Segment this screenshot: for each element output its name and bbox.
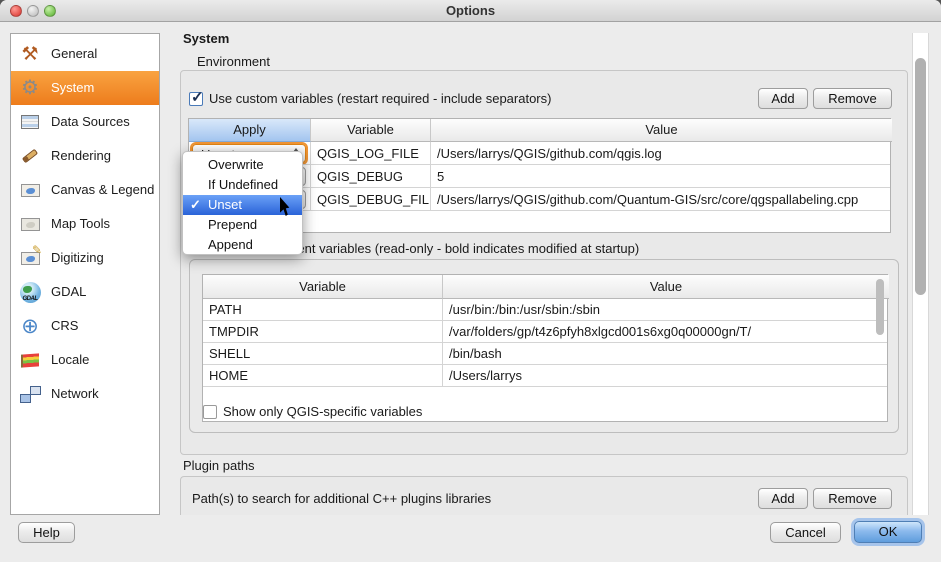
sidebar-item-general[interactable]: General	[11, 37, 159, 71]
sidebar-item-label: System	[51, 80, 94, 95]
sidebar-item-network[interactable]: Network	[11, 377, 159, 411]
add-path-button[interactable]: Add	[758, 488, 808, 509]
gear-wrench-icon	[18, 76, 42, 100]
sidebar-item-label: Locale	[51, 352, 89, 367]
tools-icon	[18, 42, 42, 66]
variable-cell: PATH	[203, 299, 443, 320]
sidebar-item-map-tools[interactable]: Map Tools	[11, 207, 159, 241]
sidebar-item-system[interactable]: System	[11, 71, 159, 105]
column-header-variable[interactable]: Variable	[311, 119, 431, 142]
menu-item-label: If Undefined	[208, 175, 278, 195]
sidebar-item-label: Rendering	[51, 148, 111, 163]
menu-item-label: Append	[208, 235, 253, 255]
table-icon	[18, 110, 42, 134]
main-scrollbar-thumb[interactable]	[915, 58, 926, 295]
gdal-globe-icon	[18, 280, 42, 304]
sidebar-item-label: Data Sources	[51, 114, 130, 129]
sidebar-item-locale[interactable]: Locale	[11, 343, 159, 377]
table-scrollbar-thumb[interactable]	[876, 279, 884, 335]
map-icon	[18, 178, 42, 202]
sidebar-item-label: Digitizing	[51, 250, 104, 265]
computers-network-icon	[18, 382, 42, 406]
sidebar-item-label: CRS	[51, 318, 78, 333]
use-custom-variables-checkbox[interactable]	[189, 92, 203, 106]
sidebar-item-label: Network	[51, 386, 99, 401]
value-cell[interactable]: 5	[431, 165, 892, 187]
window-title: Options	[0, 3, 941, 18]
sidebar-item-label: GDAL	[51, 284, 86, 299]
table-row: PATH /usr/bin:/bin:/usr/sbin:/sbin	[203, 299, 887, 321]
sidebar-item-crs[interactable]: CRS	[11, 309, 159, 343]
ok-button[interactable]: OK	[854, 521, 922, 543]
sidebar-item-rendering[interactable]: Rendering	[11, 139, 159, 173]
value-cell[interactable]: /Users/larrys/QGIS/github.com/Quantum-GI…	[431, 188, 892, 210]
variable-cell: TMPDIR	[203, 321, 443, 342]
help-button[interactable]: Help	[18, 522, 75, 543]
check-icon: ✓	[190, 195, 206, 215]
page-title: System	[183, 31, 229, 46]
add-variable-button[interactable]: Add	[758, 88, 808, 109]
paintbrush-icon	[18, 144, 42, 168]
plugin-paths-group: Path(s) to search for additional C++ plu…	[180, 476, 908, 515]
sidebar-item-data-sources[interactable]: Data Sources	[11, 105, 159, 139]
show-only-qgis-checkbox[interactable]	[203, 405, 217, 419]
table-row: HOME /Users/larrys	[203, 365, 887, 387]
column-header-variable: Variable	[203, 275, 443, 299]
menu-item-if-undefined[interactable]: If Undefined	[183, 175, 302, 195]
options-dialog: Options General System Data Sources Rend…	[0, 0, 941, 562]
variable-cell[interactable]: QGIS_DEBUG	[311, 165, 431, 187]
menu-item-overwrite[interactable]: Overwrite	[183, 155, 302, 175]
map-cursor-icon	[18, 212, 42, 236]
sidebar-item-label: Map Tools	[51, 216, 110, 231]
value-cell: /var/folders/gp/t4z6pfyh8xlgcd001s6xg0q0…	[443, 321, 889, 342]
value-cell: /usr/bin:/bin:/usr/sbin:/sbin	[443, 299, 889, 320]
env-variables-table: Variable Value PATH /usr/bin:/bin:/usr/s…	[202, 274, 888, 422]
column-header-value: Value	[443, 275, 889, 299]
menu-item-label: Overwrite	[208, 155, 264, 175]
menu-item-label: Prepend	[208, 215, 257, 235]
main-scrollbar-track[interactable]	[912, 33, 929, 515]
map-pencil-icon: ✎	[18, 246, 42, 270]
value-cell: /Users/larrys	[443, 365, 889, 386]
value-cell[interactable]: /Users/larrys/QGIS/github.com/qgis.log	[431, 142, 892, 164]
column-header-apply[interactable]: Apply	[189, 119, 311, 142]
variable-cell: SHELL	[203, 343, 443, 364]
plugin-paths-label: Plugin paths	[183, 458, 255, 473]
cancel-button[interactable]: Cancel	[770, 522, 841, 543]
flag-icon	[18, 348, 42, 372]
sidebar-item-canvas-legend[interactable]: Canvas & Legend	[11, 173, 159, 207]
variable-cell[interactable]: QGIS_DEBUG_FILE	[311, 188, 431, 210]
remove-variable-button[interactable]: Remove	[813, 88, 892, 109]
use-custom-variables-label: Use custom variables (restart required -…	[209, 91, 551, 106]
menu-item-label: Unset	[208, 195, 242, 215]
sidebar-item-digitizing[interactable]: ✎ Digitizing	[11, 241, 159, 275]
table-row: TMPDIR /var/folders/gp/t4z6pfyh8xlgcd001…	[203, 321, 887, 343]
variable-cell: HOME	[203, 365, 443, 386]
environment-group-label: Environment	[197, 54, 270, 69]
menu-item-append[interactable]: Append	[183, 235, 302, 255]
variable-cell[interactable]: QGIS_LOG_FILE	[311, 142, 431, 164]
sidebar-item-gdal[interactable]: GDAL	[11, 275, 159, 309]
show-only-qgis-label: Show only QGIS-specific variables	[223, 404, 422, 419]
column-header-value[interactable]: Value	[431, 119, 892, 142]
menu-item-prepend[interactable]: Prepend	[183, 215, 302, 235]
sidebar-item-label: Canvas & Legend	[51, 182, 154, 197]
table-row: SHELL /bin/bash	[203, 343, 887, 365]
options-sidebar: General System Data Sources Rendering Ca…	[10, 33, 160, 515]
title-bar[interactable]: Options	[0, 0, 941, 22]
remove-path-button[interactable]: Remove	[813, 488, 892, 509]
sidebar-item-label: General	[51, 46, 97, 61]
plugin-paths-description: Path(s) to search for additional C++ plu…	[192, 491, 491, 506]
value-cell: /bin/bash	[443, 343, 889, 364]
environment-group: Use custom variables (restart required -…	[180, 70, 908, 455]
globe-grid-icon	[18, 314, 42, 338]
